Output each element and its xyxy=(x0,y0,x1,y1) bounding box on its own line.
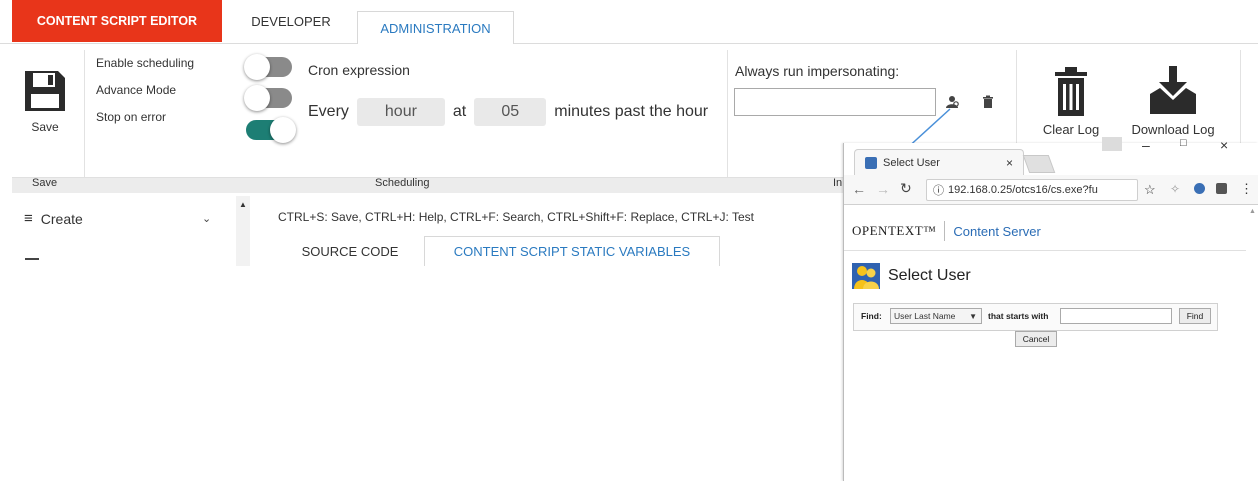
popup-address-bar: ← → ↻ ⓘ 192.168.0.25/otcs16/cs.exe?fu ☆ … xyxy=(844,175,1258,205)
url-field[interactable]: ⓘ 192.168.0.25/otcs16/cs.exe?fu xyxy=(926,179,1138,201)
advance-mode-label: Advance Mode xyxy=(96,83,177,97)
find-button[interactable]: Find xyxy=(1179,308,1211,324)
app-window: CONTENT SCRIPT EDITOR DEVELOPER ADMINIST… xyxy=(0,0,1258,481)
trash-icon[interactable] xyxy=(980,94,996,110)
find-label: Find: xyxy=(861,311,882,321)
dropdown-arrow-icon: ▼ xyxy=(969,311,977,321)
cron-expression-title: Cron expression xyxy=(308,62,410,78)
scroll-up-icon[interactable]: ▲ xyxy=(1249,208,1256,215)
hamburger-icon: ≡ xyxy=(24,210,33,227)
tab-source-code[interactable]: SOURCE CODE xyxy=(280,236,420,266)
popup-scrollbar[interactable]: ▲ xyxy=(1246,206,1258,481)
impersonation-input[interactable] xyxy=(734,88,936,116)
trash-bin-icon xyxy=(1055,67,1087,116)
cron-suffix-label: minutes past the hour xyxy=(554,103,709,120)
save-label: Save xyxy=(31,120,59,134)
select-user-heading: Select User xyxy=(852,263,971,289)
group-label-scheduling: Scheduling xyxy=(375,177,430,189)
popup-tab-title: Select User xyxy=(883,156,940,169)
group-label-save: Save xyxy=(32,177,58,189)
tab-static-variables[interactable]: CONTENT SCRIPT STATIC VARIABLES xyxy=(424,236,720,266)
toggle-knob xyxy=(244,85,270,111)
content-server-label: Content Server xyxy=(953,223,1041,239)
impersonation-title: Always run impersonating: xyxy=(735,63,900,79)
stop-on-error-label: Stop on error xyxy=(96,110,167,124)
enable-scheduling-label: Enable scheduling xyxy=(96,56,195,70)
select-user-icon[interactable] xyxy=(944,94,960,110)
profile-icon[interactable] xyxy=(1102,137,1122,151)
clear-log-button[interactable]: Clear Log xyxy=(1036,64,1106,137)
save-button[interactable]: Save xyxy=(20,68,70,140)
bookmark-star-icon[interactable]: ☆ xyxy=(1144,182,1156,198)
stop-on-error-toggle[interactable] xyxy=(246,117,296,143)
close-tab-icon[interactable]: × xyxy=(1006,156,1013,170)
cron-minutes-field[interactable]: 05 xyxy=(474,98,547,126)
extension-icon[interactable]: ✧ xyxy=(1170,182,1180,196)
create-menu[interactable]: ≡ Create xyxy=(24,210,83,227)
left-panel: ≡ Create ⌄ xyxy=(12,196,250,266)
extension-globe-icon[interactable] xyxy=(1194,183,1205,194)
minimize-icon[interactable]: – xyxy=(1142,137,1150,153)
popup-browser-tab[interactable]: Select User × xyxy=(854,149,1024,175)
close-window-icon[interactable]: × xyxy=(1220,137,1228,153)
browser-menu-icon[interactable]: ⋮ xyxy=(1240,181,1253,197)
create-label: Create xyxy=(40,210,83,227)
enable-scheduling-toggle[interactable] xyxy=(244,54,294,80)
hotkeys-hint: CTRL+S: Save, CTRL+H: Help, CTRL+F: Sear… xyxy=(278,210,754,224)
tab-administration[interactable]: ADMINISTRATION xyxy=(357,11,514,44)
users-icon xyxy=(852,263,880,289)
advance-mode-toggle[interactable] xyxy=(244,85,294,111)
scroll-up-icon[interactable]: ▲ xyxy=(239,200,247,209)
find-field-select[interactable]: User Last Name ▼ xyxy=(890,308,982,324)
chevron-down-icon[interactable]: ⌄ xyxy=(202,212,211,225)
download-log-label: Download Log xyxy=(1131,122,1215,137)
new-tab-button[interactable] xyxy=(1022,155,1056,173)
cron-at-label: at xyxy=(452,103,467,120)
group-label-impersonation: In xyxy=(833,177,843,189)
download-icon xyxy=(1150,66,1196,114)
brand-divider xyxy=(944,221,946,241)
tab-developer[interactable]: DEVELOPER xyxy=(236,0,346,42)
back-icon[interactable]: ← xyxy=(852,181,866,197)
url-text: 192.168.0.25/otcs16/cs.exe?fu xyxy=(948,184,1098,196)
find-user-form: Find: User Last Name ▼ that starts with … xyxy=(853,303,1218,331)
find-field-value: User Last Name xyxy=(894,311,956,321)
reload-icon[interactable]: ↻ xyxy=(900,180,912,197)
group-divider xyxy=(727,50,728,182)
list-item-hamburger xyxy=(25,258,39,260)
extension-square-icon[interactable] xyxy=(1216,183,1227,194)
clear-log-label: Clear Log xyxy=(1042,122,1100,137)
opentext-logo: OPENTEXT™ xyxy=(852,223,937,238)
cancel-button[interactable]: Cancel xyxy=(1015,331,1057,347)
toggle-knob xyxy=(270,117,296,143)
select-user-popup-window: Select User × – □ × ← → ↻ ⓘ 192.168.0.25… xyxy=(843,137,1258,481)
starts-with-label: that starts with xyxy=(988,311,1049,321)
left-scrollbar[interactable]: ▲ xyxy=(236,196,250,266)
find-text-input[interactable] xyxy=(1060,308,1172,324)
forward-icon[interactable]: → xyxy=(876,181,890,197)
popup-titlebar: Select User × – □ × xyxy=(844,137,1258,175)
opentext-brand: OPENTEXT™ Content Server xyxy=(852,221,1041,241)
tab-content-script-editor[interactable]: CONTENT SCRIPT EDITOR xyxy=(12,0,222,42)
cron-every-label: Every xyxy=(308,103,349,120)
select-user-title: Select User xyxy=(888,267,971,284)
brand-rule xyxy=(844,250,1258,251)
cron-unit-field[interactable]: hour xyxy=(356,98,445,126)
favicon-icon xyxy=(865,156,877,169)
download-log-button[interactable]: Download Log xyxy=(1126,64,1220,137)
maximize-icon[interactable]: □ xyxy=(1180,137,1187,149)
group-divider xyxy=(84,50,85,182)
floppy-disk-icon xyxy=(25,71,65,111)
toggle-knob xyxy=(244,54,270,80)
cron-expression-row: Every hour at 05 minutes past the hour xyxy=(308,98,708,126)
info-icon: ⓘ xyxy=(933,185,944,197)
